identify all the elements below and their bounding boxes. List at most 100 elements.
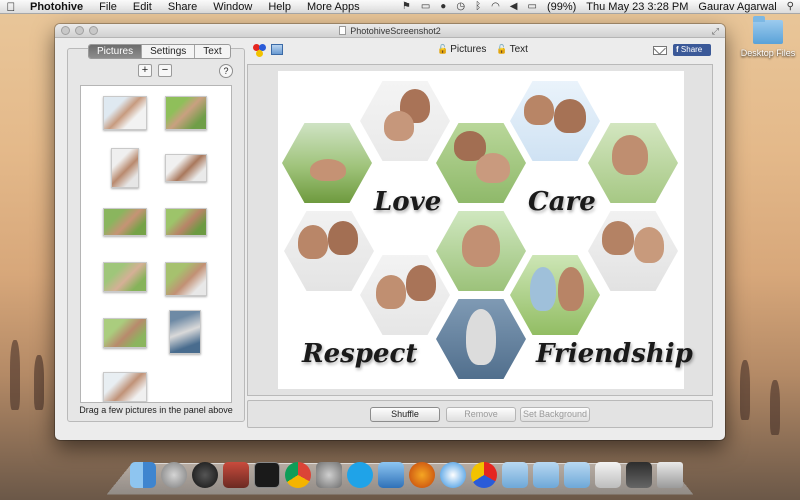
photo-thumbnail[interactable] <box>103 372 147 402</box>
chrome-icon[interactable] <box>285 462 311 488</box>
menu-share[interactable]: Share <box>160 1 205 13</box>
menu-edit[interactable]: Edit <box>125 1 160 13</box>
photo-thumbnail[interactable] <box>103 96 147 130</box>
editor-toolbar: 🔓 Pictures 🔓 Text f Share <box>251 40 713 60</box>
tab-pictures[interactable]: Pictures <box>89 45 143 58</box>
remove-button[interactable]: Remove <box>446 407 516 422</box>
folder-icon <box>753 16 783 44</box>
minimize-window-button[interactable] <box>75 26 84 35</box>
skype-icon[interactable] <box>347 462 373 488</box>
collage-photo-hex[interactable] <box>588 123 678 203</box>
photo-thumbnail[interactable] <box>103 262 147 292</box>
collage-photo-hex[interactable] <box>436 123 526 203</box>
desktop-folder[interactable]: Desktop Files <box>740 16 796 58</box>
applications-folder-icon[interactable] <box>502 462 528 488</box>
pictures-lock-toggle[interactable]: 🔓 Pictures <box>437 44 486 55</box>
collage-photo-hex[interactable] <box>282 123 372 203</box>
apple-menu-icon[interactable]:  <box>0 0 22 14</box>
collage-word-care[interactable]: Care <box>528 187 596 217</box>
collage-photo-hex[interactable] <box>588 211 678 291</box>
photohive-window: PhotohiveScreenshot2 ⤢ Pictures Settings… <box>55 24 725 440</box>
desktop-flamingo <box>740 360 750 420</box>
photo-thumbnail[interactable] <box>165 208 207 236</box>
menubar-clock[interactable]: Thu May 23 3:28 PM <box>586 1 688 13</box>
photohive-dock-icon[interactable] <box>471 462 497 488</box>
window-titlebar[interactable]: PhotohiveScreenshot2 ⤢ <box>55 24 725 38</box>
safari-icon[interactable] <box>440 462 466 488</box>
collage-canvas[interactable]: Love Care Respect Friendship <box>278 71 693 389</box>
desktop-flamingo <box>34 355 44 410</box>
close-window-button[interactable] <box>61 26 70 35</box>
dashboard-icon[interactable] <box>192 462 218 488</box>
panel-tabs: Pictures Settings Text <box>88 44 231 59</box>
collage-photo-hex[interactable] <box>360 255 450 335</box>
finder-icon[interactable] <box>130 462 156 488</box>
desktop-flamingo <box>770 380 780 435</box>
shuffle-button[interactable]: Shuffle <box>370 407 440 422</box>
tab-settings[interactable]: Settings <box>142 45 196 58</box>
collage-photo-hex[interactable] <box>510 255 600 335</box>
help-button[interactable]: ? <box>219 64 233 78</box>
fullscreen-icon[interactable]: ⤢ <box>712 26 719 37</box>
photo-thumbnail[interactable] <box>169 310 201 354</box>
photo-thumbnail[interactable] <box>103 208 147 236</box>
collage-photo-hex[interactable] <box>436 211 526 291</box>
photo-booth-icon[interactable] <box>223 462 249 488</box>
battery-percent: (99%) <box>546 0 577 13</box>
system-preferences-icon[interactable] <box>316 462 342 488</box>
collage-photo-hex[interactable] <box>284 211 374 291</box>
volume-icon[interactable]: ◀ <box>510 1 518 12</box>
app-menu[interactable]: Photohive <box>22 1 91 13</box>
trash-icon[interactable] <box>657 462 683 488</box>
xcode-icon[interactable] <box>378 462 404 488</box>
collage-photo-hex[interactable] <box>436 299 526 379</box>
downloads-folder-icon[interactable] <box>564 462 590 488</box>
menubar:  Photohive File Edit Share Window Help … <box>0 0 800 14</box>
photo-thumbnail[interactable] <box>103 318 147 348</box>
photo-thumbnail[interactable] <box>165 154 207 182</box>
collage-word-love[interactable]: Love <box>374 187 441 217</box>
menu-more-apps[interactable]: More Apps <box>299 1 368 13</box>
flag-icon[interactable]: ⚑ <box>402 1 411 12</box>
text-lock-label: Text <box>509 44 528 55</box>
collage-word-friendship[interactable]: Friendship <box>536 339 693 369</box>
add-picture-button[interactable]: + <box>138 64 152 77</box>
display-icon[interactable]: ▭ <box>421 1 430 12</box>
color-theme-icon[interactable] <box>253 44 267 58</box>
screen-icon[interactable] <box>626 462 652 488</box>
background-image-icon[interactable] <box>271 44 283 55</box>
photo-thumbnail[interactable] <box>165 96 207 130</box>
documents-folder-icon[interactable] <box>533 462 559 488</box>
wifi-icon[interactable]: ◠ <box>491 1 500 12</box>
collage-photo-hex[interactable] <box>360 81 450 161</box>
collage-photo-hex[interactable] <box>510 81 600 161</box>
zoom-window-button[interactable] <box>89 26 98 35</box>
text-lock-toggle[interactable]: 🔓 Text <box>496 44 528 55</box>
tab-text[interactable]: Text <box>195 45 229 58</box>
menu-help[interactable]: Help <box>260 1 299 13</box>
battery-icon[interactable]: ▭ <box>528 1 537 12</box>
collage-word-respect[interactable]: Respect <box>302 339 417 369</box>
email-share-icon[interactable] <box>653 46 667 55</box>
bluetooth-icon[interactable]: ᛒ <box>475 1 481 12</box>
pictures-lock-label: Pictures <box>450 44 487 55</box>
thumbnail-list[interactable] <box>80 85 232 403</box>
unlock-icon: 🔓 <box>437 44 449 54</box>
set-background-button[interactable]: Set Background <box>520 407 590 422</box>
menu-file[interactable]: File <box>91 1 125 13</box>
time-machine-icon[interactable]: ◷ <box>456 1 465 12</box>
remove-picture-button[interactable]: − <box>158 64 172 77</box>
spotlight-search-icon[interactable]: ⚲ <box>787 1 794 12</box>
photo-thumbnail[interactable] <box>111 148 139 188</box>
menu-window[interactable]: Window <box>205 1 260 13</box>
collage-canvas-area: Love Care Respect Friendship <box>247 64 713 396</box>
user-status-icon[interactable]: ● <box>440 1 446 12</box>
firefox-icon[interactable] <box>409 462 435 488</box>
window-controls <box>61 26 98 35</box>
terminal-icon[interactable] <box>254 462 280 488</box>
preview-icon[interactable] <box>595 462 621 488</box>
menubar-user[interactable]: Gaurav Agarwal <box>698 1 776 13</box>
photo-thumbnail[interactable] <box>165 262 207 296</box>
facebook-share-button[interactable]: f Share <box>673 44 711 56</box>
launchpad-icon[interactable] <box>161 462 187 488</box>
